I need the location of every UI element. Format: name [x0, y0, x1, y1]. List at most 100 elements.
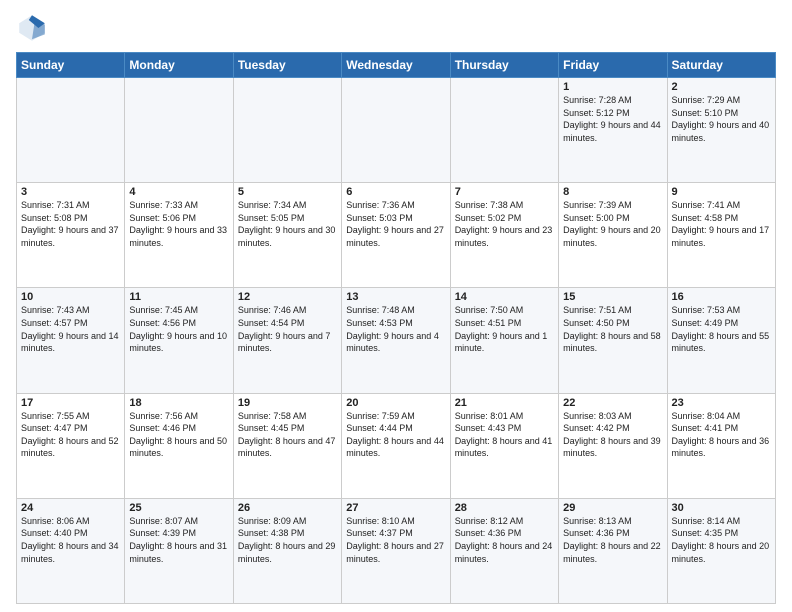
week-row-3: 10Sunrise: 7:43 AMSunset: 4:57 PMDayligh…	[17, 288, 776, 393]
day-info: Sunrise: 7:36 AMSunset: 5:03 PMDaylight:…	[346, 199, 445, 249]
day-info: Sunrise: 7:53 AMSunset: 4:49 PMDaylight:…	[672, 304, 771, 354]
week-row-4: 17Sunrise: 7:55 AMSunset: 4:47 PMDayligh…	[17, 393, 776, 498]
day-number: 8	[563, 186, 662, 198]
day-cell: 28Sunrise: 8:12 AMSunset: 4:36 PMDayligh…	[450, 498, 558, 603]
day-cell	[125, 78, 233, 183]
header-day-thursday: Thursday	[450, 53, 558, 78]
day-info: Sunrise: 8:13 AMSunset: 4:36 PMDaylight:…	[563, 515, 662, 565]
day-number: 28	[455, 502, 554, 514]
day-info: Sunrise: 7:45 AMSunset: 4:56 PMDaylight:…	[129, 304, 228, 354]
day-cell: 23Sunrise: 8:04 AMSunset: 4:41 PMDayligh…	[667, 393, 775, 498]
day-info: Sunrise: 8:01 AMSunset: 4:43 PMDaylight:…	[455, 410, 554, 460]
day-info: Sunrise: 8:07 AMSunset: 4:39 PMDaylight:…	[129, 515, 228, 565]
day-number: 24	[21, 502, 120, 514]
day-number: 9	[672, 186, 771, 198]
day-number: 15	[563, 291, 662, 303]
day-cell	[342, 78, 450, 183]
day-info: Sunrise: 8:04 AMSunset: 4:41 PMDaylight:…	[672, 410, 771, 460]
week-row-1: 1Sunrise: 7:28 AMSunset: 5:12 PMDaylight…	[17, 78, 776, 183]
logo	[16, 12, 52, 44]
day-number: 25	[129, 502, 228, 514]
day-cell: 18Sunrise: 7:56 AMSunset: 4:46 PMDayligh…	[125, 393, 233, 498]
day-number: 7	[455, 186, 554, 198]
week-row-5: 24Sunrise: 8:06 AMSunset: 4:40 PMDayligh…	[17, 498, 776, 603]
header-day-monday: Monday	[125, 53, 233, 78]
day-cell: 22Sunrise: 8:03 AMSunset: 4:42 PMDayligh…	[559, 393, 667, 498]
header-day-wednesday: Wednesday	[342, 53, 450, 78]
header-day-sunday: Sunday	[17, 53, 125, 78]
day-info: Sunrise: 7:33 AMSunset: 5:06 PMDaylight:…	[129, 199, 228, 249]
day-cell: 7Sunrise: 7:38 AMSunset: 5:02 PMDaylight…	[450, 183, 558, 288]
day-number: 11	[129, 291, 228, 303]
day-info: Sunrise: 8:03 AMSunset: 4:42 PMDaylight:…	[563, 410, 662, 460]
header-day-saturday: Saturday	[667, 53, 775, 78]
logo-icon	[16, 12, 48, 44]
day-cell	[17, 78, 125, 183]
day-cell: 11Sunrise: 7:45 AMSunset: 4:56 PMDayligh…	[125, 288, 233, 393]
day-info: Sunrise: 7:59 AMSunset: 4:44 PMDaylight:…	[346, 410, 445, 460]
day-info: Sunrise: 7:46 AMSunset: 4:54 PMDaylight:…	[238, 304, 337, 354]
day-cell: 24Sunrise: 8:06 AMSunset: 4:40 PMDayligh…	[17, 498, 125, 603]
day-cell: 21Sunrise: 8:01 AMSunset: 4:43 PMDayligh…	[450, 393, 558, 498]
header-day-tuesday: Tuesday	[233, 53, 341, 78]
day-number: 18	[129, 397, 228, 409]
day-info: Sunrise: 7:51 AMSunset: 4:50 PMDaylight:…	[563, 304, 662, 354]
calendar-body: 1Sunrise: 7:28 AMSunset: 5:12 PMDaylight…	[17, 78, 776, 604]
header-row: SundayMondayTuesdayWednesdayThursdayFrid…	[17, 53, 776, 78]
day-number: 10	[21, 291, 120, 303]
day-cell: 25Sunrise: 8:07 AMSunset: 4:39 PMDayligh…	[125, 498, 233, 603]
day-number: 14	[455, 291, 554, 303]
day-cell: 16Sunrise: 7:53 AMSunset: 4:49 PMDayligh…	[667, 288, 775, 393]
day-number: 23	[672, 397, 771, 409]
day-cell: 14Sunrise: 7:50 AMSunset: 4:51 PMDayligh…	[450, 288, 558, 393]
day-number: 29	[563, 502, 662, 514]
day-cell: 3Sunrise: 7:31 AMSunset: 5:08 PMDaylight…	[17, 183, 125, 288]
day-cell: 8Sunrise: 7:39 AMSunset: 5:00 PMDaylight…	[559, 183, 667, 288]
day-info: Sunrise: 7:58 AMSunset: 4:45 PMDaylight:…	[238, 410, 337, 460]
day-number: 30	[672, 502, 771, 514]
day-info: Sunrise: 7:48 AMSunset: 4:53 PMDaylight:…	[346, 304, 445, 354]
day-cell: 9Sunrise: 7:41 AMSunset: 4:58 PMDaylight…	[667, 183, 775, 288]
day-cell	[233, 78, 341, 183]
day-number: 22	[563, 397, 662, 409]
day-number: 1	[563, 81, 662, 93]
day-cell: 26Sunrise: 8:09 AMSunset: 4:38 PMDayligh…	[233, 498, 341, 603]
page: SundayMondayTuesdayWednesdayThursdayFrid…	[0, 0, 792, 612]
day-number: 20	[346, 397, 445, 409]
day-number: 27	[346, 502, 445, 514]
day-cell: 17Sunrise: 7:55 AMSunset: 4:47 PMDayligh…	[17, 393, 125, 498]
day-info: Sunrise: 7:34 AMSunset: 5:05 PMDaylight:…	[238, 199, 337, 249]
day-info: Sunrise: 7:29 AMSunset: 5:10 PMDaylight:…	[672, 94, 771, 144]
day-number: 13	[346, 291, 445, 303]
day-number: 5	[238, 186, 337, 198]
day-info: Sunrise: 8:09 AMSunset: 4:38 PMDaylight:…	[238, 515, 337, 565]
day-cell: 10Sunrise: 7:43 AMSunset: 4:57 PMDayligh…	[17, 288, 125, 393]
header-day-friday: Friday	[559, 53, 667, 78]
day-cell: 13Sunrise: 7:48 AMSunset: 4:53 PMDayligh…	[342, 288, 450, 393]
day-info: Sunrise: 7:38 AMSunset: 5:02 PMDaylight:…	[455, 199, 554, 249]
day-number: 26	[238, 502, 337, 514]
day-cell: 6Sunrise: 7:36 AMSunset: 5:03 PMDaylight…	[342, 183, 450, 288]
day-number: 21	[455, 397, 554, 409]
day-info: Sunrise: 7:28 AMSunset: 5:12 PMDaylight:…	[563, 94, 662, 144]
day-cell: 30Sunrise: 8:14 AMSunset: 4:35 PMDayligh…	[667, 498, 775, 603]
day-number: 16	[672, 291, 771, 303]
calendar: SundayMondayTuesdayWednesdayThursdayFrid…	[16, 52, 776, 604]
day-cell: 1Sunrise: 7:28 AMSunset: 5:12 PMDaylight…	[559, 78, 667, 183]
day-number: 3	[21, 186, 120, 198]
day-info: Sunrise: 7:31 AMSunset: 5:08 PMDaylight:…	[21, 199, 120, 249]
day-number: 12	[238, 291, 337, 303]
day-number: 17	[21, 397, 120, 409]
day-info: Sunrise: 8:06 AMSunset: 4:40 PMDaylight:…	[21, 515, 120, 565]
day-info: Sunrise: 8:14 AMSunset: 4:35 PMDaylight:…	[672, 515, 771, 565]
day-info: Sunrise: 7:43 AMSunset: 4:57 PMDaylight:…	[21, 304, 120, 354]
week-row-2: 3Sunrise: 7:31 AMSunset: 5:08 PMDaylight…	[17, 183, 776, 288]
header	[16, 12, 776, 44]
day-info: Sunrise: 7:55 AMSunset: 4:47 PMDaylight:…	[21, 410, 120, 460]
day-number: 4	[129, 186, 228, 198]
day-cell: 2Sunrise: 7:29 AMSunset: 5:10 PMDaylight…	[667, 78, 775, 183]
day-info: Sunrise: 8:12 AMSunset: 4:36 PMDaylight:…	[455, 515, 554, 565]
calendar-header: SundayMondayTuesdayWednesdayThursdayFrid…	[17, 53, 776, 78]
day-number: 2	[672, 81, 771, 93]
day-cell	[450, 78, 558, 183]
